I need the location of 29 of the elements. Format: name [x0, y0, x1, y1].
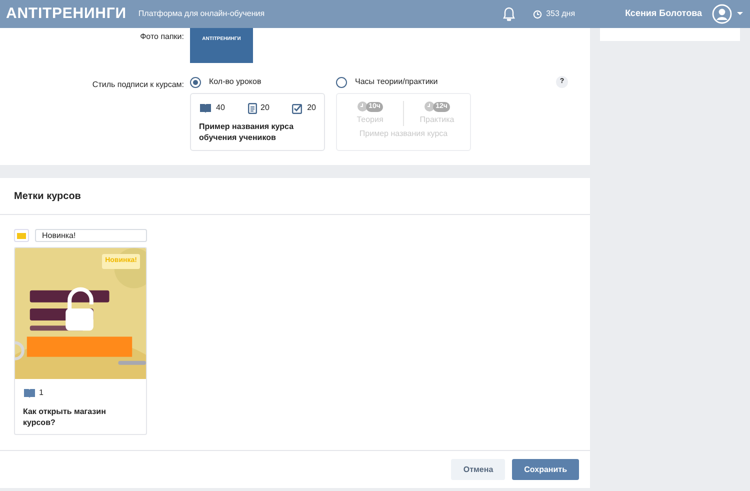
book-icon: [23, 387, 36, 399]
clock-icon: [356, 101, 368, 112]
style-label: Стиль подписи к курсам:: [91, 79, 185, 91]
preview-title: Пример названия курса обучения учеников: [199, 121, 295, 143]
save-button[interactable]: Сохранить: [512, 459, 579, 480]
caret-icon[interactable]: [737, 12, 743, 16]
section-title: Метки курсов: [14, 190, 81, 204]
bell-icon[interactable]: [503, 7, 516, 21]
count: 20: [260, 102, 270, 114]
clock-icon: [424, 101, 435, 112]
clock-icon: [533, 10, 542, 18]
tag-field[interactable]: Новинка!: [35, 229, 147, 242]
color-swatch[interactable]: [14, 229, 29, 242]
document-icon: [248, 102, 257, 114]
avatar-icon[interactable]: [712, 4, 732, 24]
count: 40: [216, 102, 225, 114]
days-left: 353 дня: [546, 8, 576, 20]
course-title: Как открыть магазин курсов?: [22, 406, 107, 428]
cancel-button[interactable]: Отмена: [451, 459, 506, 480]
radio-button[interactable]: [190, 76, 201, 88]
option-label[interactable]: Кол-во уроков: [209, 76, 262, 88]
checkbox-icon: [292, 102, 304, 114]
lesson-count: 1: [39, 387, 44, 399]
photo-label: Фото папки:: [139, 31, 185, 43]
count: 20: [307, 102, 316, 114]
book-icon: [199, 102, 212, 114]
option-label[interactable]: Часы теории/практики: [355, 76, 438, 88]
tagline: Платформа для онлайн-обучения: [138, 8, 265, 20]
radio-button[interactable]: [336, 76, 347, 88]
